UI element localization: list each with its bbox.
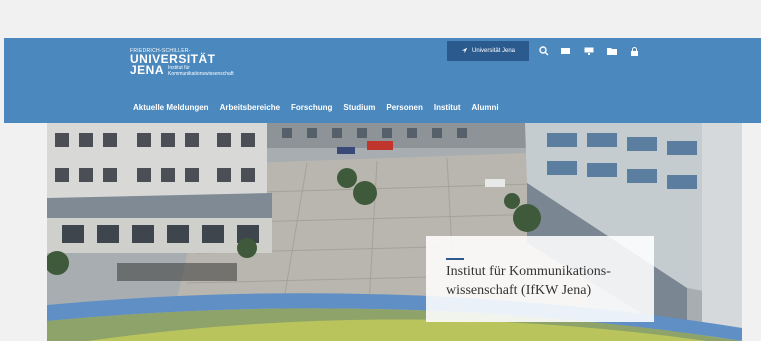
lock-icon[interactable] bbox=[627, 44, 641, 58]
language-icon[interactable] bbox=[558, 44, 572, 58]
nav-arbeitsbereiche[interactable]: Arbeitsbereiche bbox=[220, 103, 280, 112]
nav-personen[interactable]: Personen bbox=[386, 103, 422, 112]
browser-top-strip bbox=[0, 0, 761, 38]
monitor-icon[interactable] bbox=[582, 44, 596, 58]
caption-accent-bar bbox=[446, 258, 464, 260]
main-navigation: Aktuelle Meldungen Arbeitsbereiche Forsc… bbox=[133, 103, 510, 112]
university-jena-button-label: Universität Jena bbox=[471, 48, 516, 54]
hero-caption-box[interactable]: Institut für Kommunikations-wissenschaft… bbox=[426, 236, 654, 322]
navigation-arrow-icon bbox=[461, 47, 468, 56]
university-jena-button[interactable]: Universität Jena bbox=[447, 41, 529, 61]
university-logo[interactable]: FRIEDRICH-SCHILLER- UNIVERSITÄT JENA Inst… bbox=[130, 48, 234, 83]
logo-jena-text: JENA bbox=[130, 63, 165, 77]
nav-aktuelle-meldungen[interactable]: Aktuelle Meldungen bbox=[133, 103, 209, 112]
nav-institut[interactable]: Institut bbox=[434, 103, 461, 112]
nav-studium[interactable]: Studium bbox=[343, 103, 375, 112]
nav-forschung[interactable]: Forschung bbox=[291, 103, 332, 112]
logo-institute-text: Institut für Kommunikationswissenschaft bbox=[168, 65, 234, 77]
hero-caption-text: Institut für Kommunikations-wissenschaft… bbox=[446, 264, 611, 298]
search-icon[interactable] bbox=[537, 44, 551, 58]
folder-icon[interactable] bbox=[605, 44, 619, 58]
nav-alumni[interactable]: Alumni bbox=[472, 103, 499, 112]
